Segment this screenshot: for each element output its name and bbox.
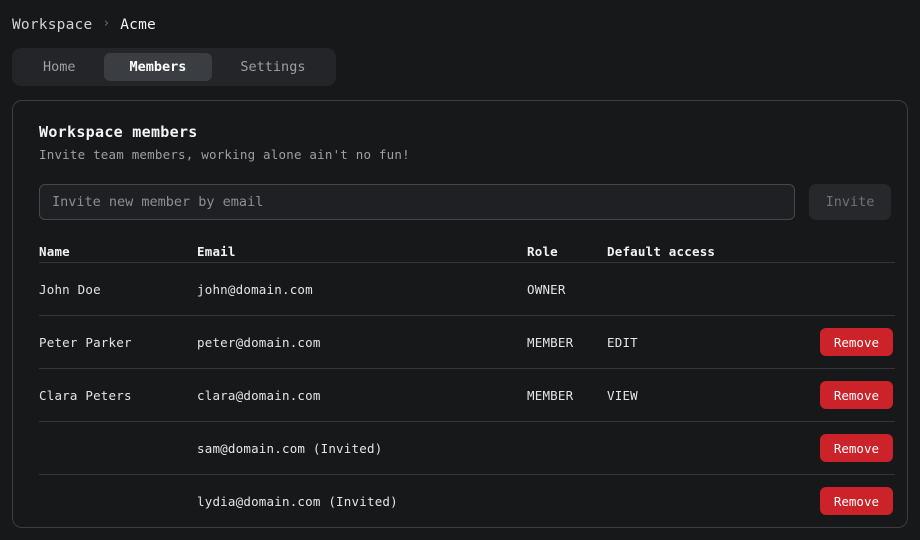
workspace-members-page: Workspace › Acme Home Members Settings W… <box>0 0 920 540</box>
column-header-name: Name <box>39 243 70 259</box>
cell-default-access: VIEW <box>607 387 638 403</box>
table-row: lydia@domain.com (Invited) Remove <box>39 474 895 527</box>
tab-settings[interactable]: Settings <box>214 53 331 81</box>
cell-email: peter@domain.com <box>197 334 321 350</box>
members-table: Name Email Role Default access John Doe … <box>39 240 895 527</box>
column-header-role: Role <box>527 243 558 259</box>
tab-members[interactable]: Members <box>103 53 213 81</box>
invite-email-input[interactable] <box>39 184 796 220</box>
cell-email: lydia@domain.com (Invited) <box>197 493 398 509</box>
tab-home[interactable]: Home <box>17 53 102 81</box>
cell-action: Remove <box>787 328 895 356</box>
breadcrumb: Workspace › Acme <box>0 0 920 34</box>
cell-action: Remove <box>787 381 895 409</box>
members-card: Workspace members Invite team members, w… <box>12 100 908 528</box>
cell-email: sam@domain.com (Invited) <box>197 440 383 456</box>
table-header-row: Name Email Role Default access <box>39 240 895 262</box>
cell-email: john@domain.com <box>197 281 313 297</box>
invite-button[interactable]: Invite <box>809 184 891 220</box>
breadcrumb-workspace-link[interactable]: Workspace <box>12 17 92 33</box>
table-row: sam@domain.com (Invited) Remove <box>39 421 895 474</box>
invite-row: Invite <box>39 184 891 220</box>
remove-member-button[interactable]: Remove <box>819 434 893 462</box>
table-row: John Doe john@domain.com OWNER <box>39 262 895 315</box>
remove-member-button[interactable]: Remove <box>819 381 893 409</box>
cell-email: clara@domain.com <box>197 387 321 403</box>
page-title: Workspace members <box>39 123 198 141</box>
column-header-email: Email <box>197 243 236 259</box>
table-row: Clara Peters clara@domain.com MEMBER VIE… <box>39 368 895 421</box>
cell-name: John Doe <box>39 281 101 297</box>
cell-action: Remove <box>787 434 895 462</box>
column-header-default-access: Default access <box>607 243 716 259</box>
cell-name: Clara Peters <box>39 387 132 403</box>
table-row: Peter Parker peter@domain.com MEMBER EDI… <box>39 315 895 368</box>
tab-bar: Home Members Settings <box>12 48 337 86</box>
cell-role: OWNER <box>527 281 566 297</box>
chevron-right-icon: › <box>102 16 111 31</box>
cell-action: Remove <box>787 487 895 515</box>
cell-name: Peter Parker <box>39 334 132 350</box>
page-subtitle: Invite team members, working alone ain't… <box>39 147 410 162</box>
cell-default-access: EDIT <box>607 334 638 350</box>
breadcrumb-current-acme[interactable]: Acme <box>120 17 156 33</box>
cell-role: MEMBER <box>527 334 574 350</box>
cell-role: MEMBER <box>527 387 574 403</box>
remove-member-button[interactable]: Remove <box>819 328 893 356</box>
remove-member-button[interactable]: Remove <box>819 487 893 515</box>
